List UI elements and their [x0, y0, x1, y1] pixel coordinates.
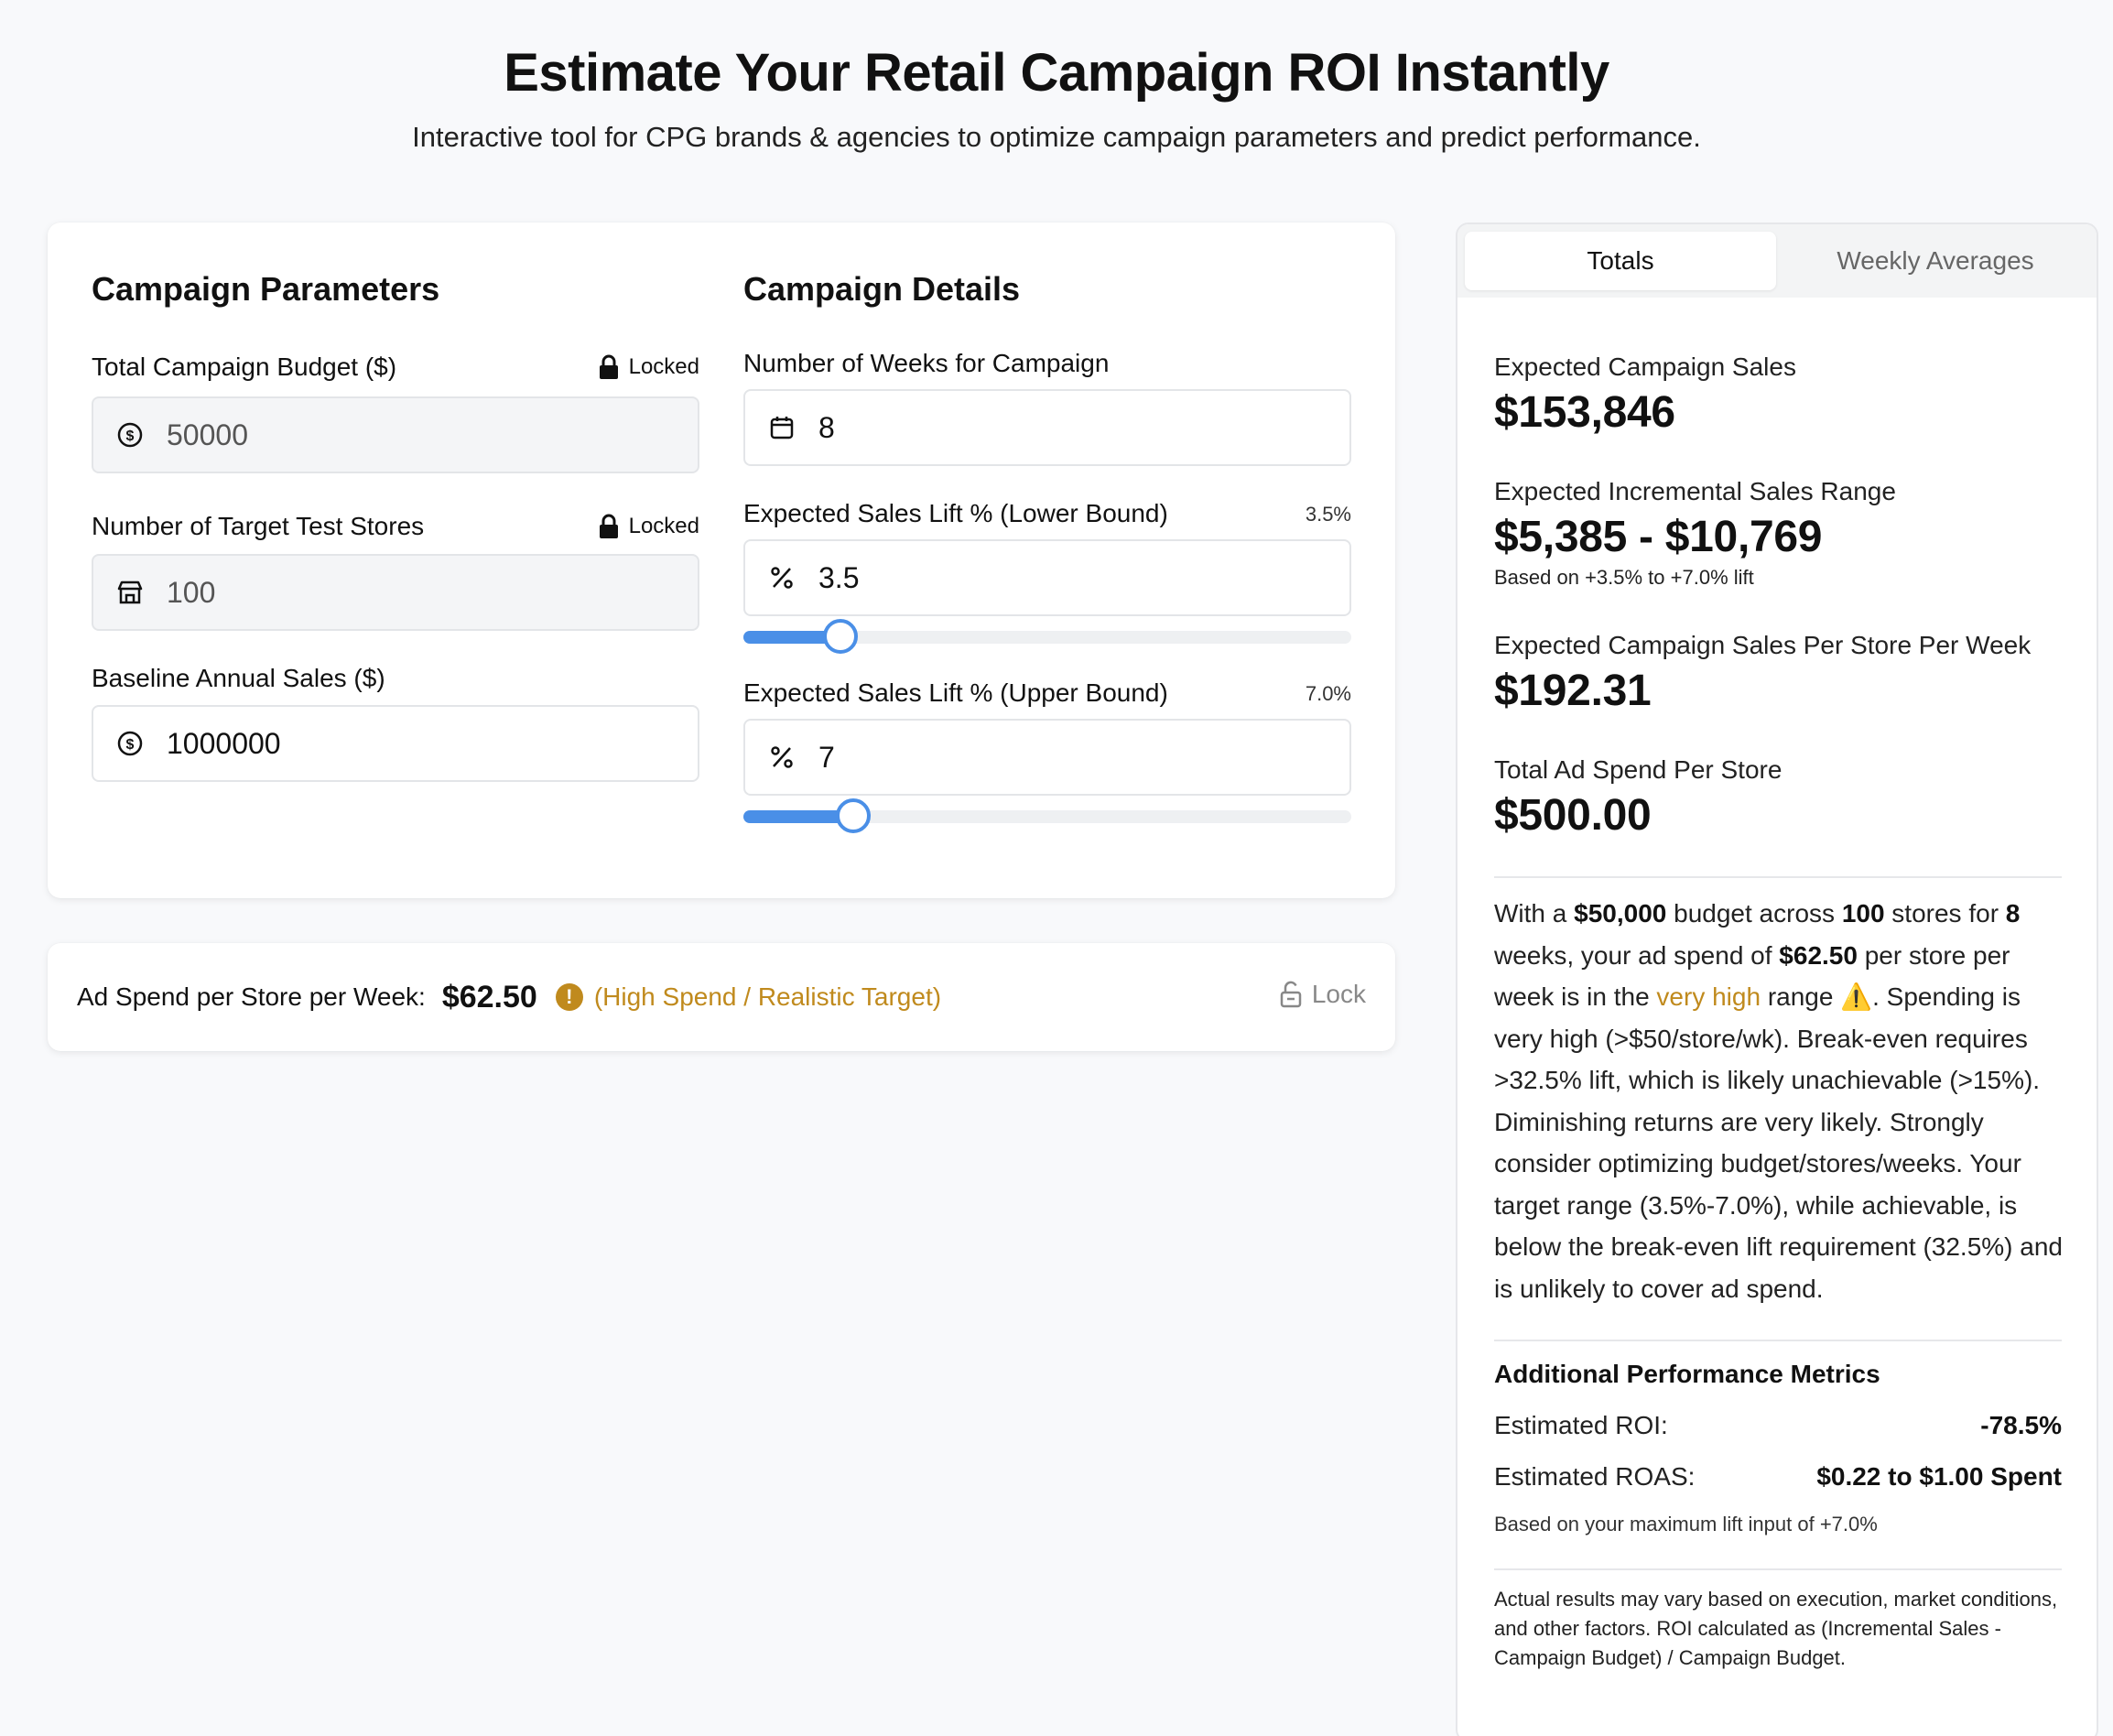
- dollar-circle-icon: $: [115, 729, 145, 758]
- parameters-card: Campaign Parameters Total Campaign Budge…: [48, 222, 1395, 898]
- lift-lower-slider[interactable]: [743, 619, 1351, 654]
- incremental-sales-metric: Expected Incremental Sales Range $5,385 …: [1494, 477, 2062, 590]
- roi-label: Estimated ROI:: [1494, 1411, 1668, 1439]
- roas-value: $0.22 to $1.00 Spent: [1816, 1462, 2062, 1491]
- lift-upper-input[interactable]: [818, 740, 1331, 775]
- results-card: Totals Weekly Averages Expected Campaign…: [1456, 222, 2098, 1736]
- ad-spend-per-store-value: $500.00: [1494, 791, 1652, 840]
- budget-input-box[interactable]: $: [92, 396, 699, 473]
- lock-icon: [599, 514, 618, 538]
- incremental-sales-note: Based on +3.5% to +7.0% lift: [1494, 566, 1754, 589]
- campaign-details-title: Campaign Details: [743, 270, 1021, 308]
- stores-input-box[interactable]: [92, 554, 699, 631]
- summary-range-word: very high: [1656, 982, 1761, 1011]
- lift-upper-input-box[interactable]: [743, 719, 1351, 796]
- summary-part: budget across: [1666, 899, 1842, 928]
- lock-icon: [599, 354, 618, 379]
- lock-button[interactable]: Lock: [1279, 980, 1366, 1009]
- divider: [1494, 876, 2062, 878]
- budget-locked-tag: Locked: [598, 354, 699, 380]
- tab-totals[interactable]: Totals: [1465, 232, 1776, 290]
- disclaimer: Actual results may vary based on executi…: [1494, 1588, 2058, 1669]
- ad-spend-per-store-label: Total Ad Spend Per Store: [1494, 755, 1783, 784]
- baseline-input[interactable]: [167, 726, 679, 761]
- percent-icon: [767, 563, 796, 592]
- lift-upper-display: 7.0%: [1305, 682, 1351, 705]
- summary-part: stores for: [1884, 899, 2006, 928]
- divider: [1494, 1568, 2062, 1570]
- ad-spend-card: Ad Spend per Store per Week: $62.50 ! (H…: [48, 943, 1395, 1051]
- summary-part: With a: [1494, 899, 1575, 928]
- per-store-week-label: Expected Campaign Sales Per Store Per We…: [1494, 631, 2032, 659]
- roi-row: Estimated ROI: -78.5%: [1494, 1411, 2062, 1440]
- stores-locked-text: Locked: [628, 514, 699, 538]
- expected-sales-metric: Expected Campaign Sales $153,846: [1494, 353, 2062, 438]
- ad-spend-label: Ad Spend per Store per Week:: [77, 982, 426, 1011]
- lift-upper-label: Expected Sales Lift % (Upper Bound): [743, 678, 1168, 707]
- weeks-label: Number of Weeks for Campaign: [743, 349, 1110, 377]
- ad-spend-status-text: (High Spend / Realistic Target): [593, 982, 942, 1011]
- lift-lower-display: 3.5%: [1305, 503, 1351, 526]
- summary-part: range ⚠️. Spending is very high (>$50/st…: [1494, 982, 2064, 1303]
- summary-budget: $50,000: [1574, 899, 1667, 928]
- percent-icon: [767, 743, 796, 772]
- lift-lower-slider-thumb[interactable]: [823, 619, 859, 654]
- summary-part: weeks, your ad spend of: [1494, 940, 1780, 970]
- roas-row: Estimated ROAS: $0.22 to $1.00 Spent: [1494, 1462, 2062, 1492]
- lock-button-label: Lock: [1311, 980, 1366, 1008]
- roi-value: -78.5%: [1980, 1411, 2062, 1439]
- lift-upper-slider[interactable]: [743, 798, 1351, 833]
- weeks-input[interactable]: [818, 410, 1331, 445]
- lift-lower-input-box[interactable]: [743, 539, 1351, 616]
- additional-metrics-title: Additional Performance Metrics: [1494, 1360, 1880, 1388]
- budget-input[interactable]: [167, 418, 679, 452]
- summary-text: With a $50,000 budget across 100 stores …: [1494, 893, 2065, 1309]
- results-tabs: Totals Weekly Averages: [1457, 224, 2097, 298]
- lift-upper-slider-thumb[interactable]: [835, 798, 871, 833]
- alert-icon: !: [555, 983, 583, 1011]
- incremental-sales-label: Expected Incremental Sales Range: [1494, 477, 1896, 505]
- unlock-icon: [1280, 981, 1302, 1008]
- tab-weekly-averages[interactable]: Weekly Averages: [1780, 232, 2091, 290]
- calendar-icon: [767, 413, 796, 442]
- campaign-parameters-title: Campaign Parameters: [92, 270, 440, 308]
- roas-label: Estimated ROAS:: [1494, 1462, 1696, 1491]
- divider: [1494, 1340, 2062, 1341]
- expected-sales-label: Expected Campaign Sales: [1494, 353, 1796, 381]
- svg-text:$: $: [126, 737, 135, 753]
- store-icon: [115, 578, 145, 607]
- baseline-label: Baseline Annual Sales ($): [92, 664, 385, 692]
- stores-locked-tag: Locked: [598, 514, 699, 539]
- svg-text:$: $: [126, 429, 135, 444]
- stores-input[interactable]: [167, 575, 679, 610]
- roas-note: Based on your maximum lift input of +7.0…: [1494, 1513, 1878, 1535]
- ad-spend-per-store-metric: Total Ad Spend Per Store $500.00: [1494, 755, 2062, 841]
- incremental-sales-value: $5,385 - $10,769: [1494, 513, 1823, 561]
- per-store-week-metric: Expected Campaign Sales Per Store Per We…: [1494, 631, 2062, 716]
- budget-label: Total Campaign Budget ($): [92, 353, 397, 381]
- page-header: Estimate Your Retail Campaign ROI Instan…: [0, 40, 2113, 154]
- ad-spend-value: $62.50: [441, 979, 537, 1014]
- per-store-week-value: $192.31: [1494, 667, 1652, 715]
- lift-lower-label: Expected Sales Lift % (Lower Bound): [743, 499, 1168, 527]
- page-subtitle: Interactive tool for CPG brands & agenci…: [412, 121, 1701, 153]
- stores-label: Number of Target Test Stores: [92, 512, 425, 540]
- summary-weeks: 8: [2005, 899, 2021, 928]
- lift-lower-input[interactable]: [818, 560, 1331, 595]
- page-title: Estimate Your Retail Campaign ROI Instan…: [504, 43, 1609, 103]
- expected-sales-value: $153,846: [1494, 388, 1675, 437]
- budget-locked-text: Locked: [628, 354, 699, 379]
- dollar-circle-icon: $: [115, 420, 145, 450]
- summary-stores: 100: [1841, 899, 1885, 928]
- weeks-input-box[interactable]: [743, 389, 1351, 466]
- ad-spend-status: ! (High Spend / Realistic Target): [555, 982, 942, 1012]
- baseline-input-box[interactable]: $: [92, 705, 699, 782]
- summary-spend: $62.50: [1779, 940, 1858, 970]
